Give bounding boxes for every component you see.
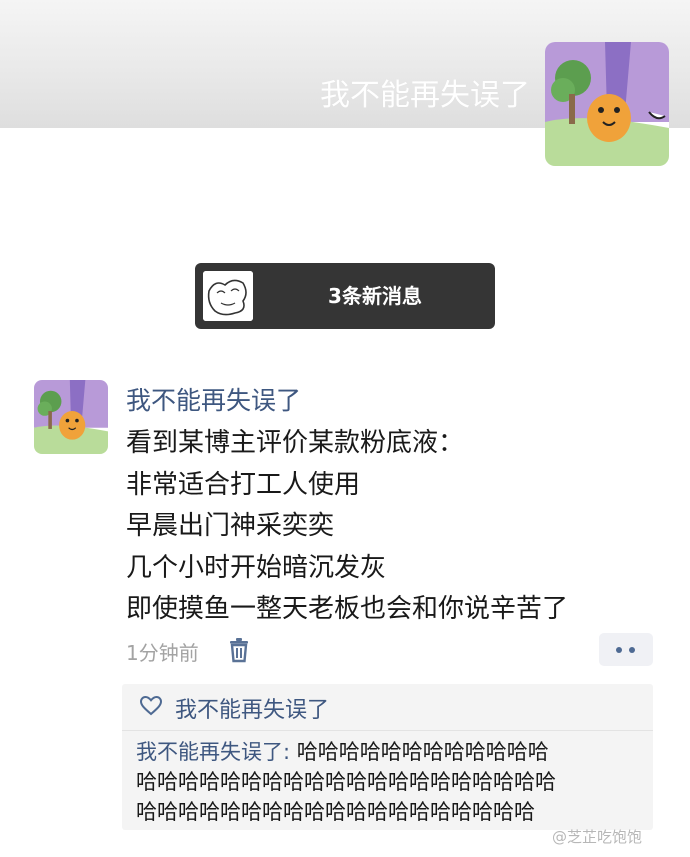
post-line: 早晨出门神采奕奕	[126, 511, 335, 541]
sketch-thumbnail-icon	[203, 271, 253, 321]
post-author-name[interactable]: 我不能再失误了	[126, 381, 301, 417]
post-line: 看到某博主评价某款粉底液：	[126, 428, 465, 458]
new-messages-button[interactable]: 3条新消息	[195, 263, 495, 329]
likes-row: 我不能再失误了	[122, 684, 653, 731]
comment-text-line: 哈哈哈哈哈哈哈哈哈哈哈哈哈哈哈哈哈哈哈	[136, 800, 535, 824]
sender-thumbnail	[203, 271, 253, 321]
comment-separator: :	[283, 740, 297, 764]
weibo-watermark: @芝芷吃饱饱	[552, 828, 643, 846]
more-dots-icon	[629, 647, 635, 653]
post-timestamp: 1分钟前	[126, 641, 199, 665]
avatar-illustration-icon	[545, 42, 669, 166]
post-line: 几个小时开始暗沉发灰	[126, 552, 387, 583]
profile-avatar[interactable]	[545, 42, 669, 166]
more-dots-icon	[616, 647, 622, 653]
comment-item[interactable]: 我不能再失误了: 哈哈哈哈哈哈哈哈哈哈哈哈 哈哈哈哈哈哈哈哈哈哈哈哈哈哈哈哈哈哈…	[136, 737, 646, 827]
post-line: 即使摸鱼一整天老板也会和你说辛苦了	[126, 594, 569, 624]
like-user-name[interactable]: 我不能再失误了	[175, 692, 329, 724]
interactions-panel: 我不能再失误了 我不能再失误了: 哈哈哈哈哈哈哈哈哈哈哈哈 哈哈哈哈哈哈哈哈哈哈…	[122, 684, 653, 830]
post-content: 看到某博主评价某款粉底液： 非常适合打工人使用 早晨出门神采奕奕 几个小时开始暗…	[126, 423, 666, 631]
comment-author[interactable]: 我不能再失误了	[136, 740, 283, 764]
cover-username: 我不能再失误了	[320, 78, 530, 113]
comment-text-line: 哈哈哈哈哈哈哈哈哈哈哈哈	[296, 740, 549, 764]
post-author-avatar[interactable]	[34, 380, 108, 454]
more-actions-button[interactable]	[599, 633, 653, 666]
post-line: 非常适合打工人使用	[126, 469, 361, 500]
avatar-illustration-icon	[34, 380, 108, 454]
new-messages-label: 3条新消息	[328, 284, 422, 308]
heart-icon	[139, 695, 163, 716]
trash-icon[interactable]	[228, 637, 250, 663]
comment-text-line: 哈哈哈哈哈哈哈哈哈哈哈哈哈哈哈哈哈哈哈哈	[136, 770, 556, 794]
